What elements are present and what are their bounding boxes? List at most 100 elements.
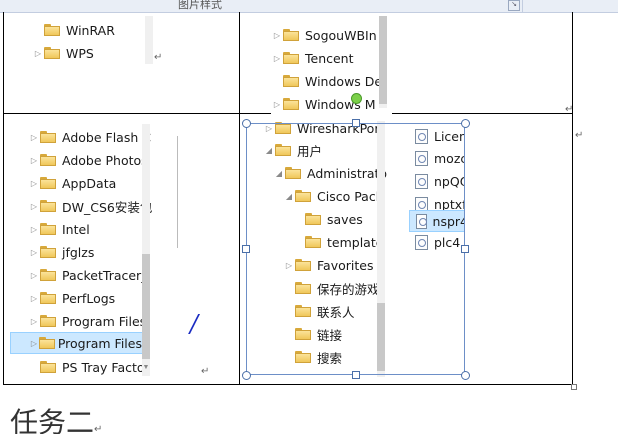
expand-arrow-icon[interactable]: ▷ xyxy=(28,179,40,188)
expand-arrow-icon[interactable]: ▷ xyxy=(28,133,40,142)
folder-icon xyxy=(38,337,55,349)
expand-arrow-icon[interactable]: ▷ xyxy=(28,248,40,257)
expand-arrow-icon[interactable]: ▷ xyxy=(271,31,283,40)
picture-styles-group-label: 图片样式 xyxy=(178,0,222,11)
table-border-middle xyxy=(239,12,240,384)
tree-item-label: PS Tray Facto xyxy=(62,359,145,375)
folder-icon xyxy=(40,246,56,258)
tree-item-label: Tencent xyxy=(305,50,354,66)
handwritten-stroke: / xyxy=(190,310,199,338)
tree-item-label: AppData xyxy=(62,175,117,191)
tree-item-selected[interactable]: ▷ Program Files xyxy=(10,332,143,354)
table-border-right xyxy=(572,12,573,384)
tree-item-label: Adobe Flash C xyxy=(62,129,151,145)
tree-item[interactable]: PS Tray Facto xyxy=(28,356,145,376)
resize-handle-top-left[interactable] xyxy=(242,119,251,128)
folder-icon xyxy=(40,200,56,212)
expand-arrow-icon[interactable]: ▷ xyxy=(29,339,39,348)
resize-handle-top-right[interactable] xyxy=(461,119,470,128)
paragraph-mark: ↵ xyxy=(575,130,584,141)
tree-item[interactable]: ▷ Program Files xyxy=(28,310,146,332)
explorer-screenshot-bottom-left: ▷ Adobe Flash C ▷ Adobe Photos ▷ AppData ▷ D… xyxy=(10,124,182,376)
resize-handle-bottom-left[interactable] xyxy=(242,371,251,380)
tree-item[interactable]: ▷ PacketTracer_ xyxy=(28,264,148,286)
tree-item-label: WPS xyxy=(66,45,94,61)
task-heading-text: 任务二 xyxy=(10,406,95,434)
resize-handle-bottom-right[interactable] xyxy=(461,371,470,380)
tree-item[interactable]: ▷ jfglzs xyxy=(28,241,94,263)
explorer-screenshot-top-left: WinRAR ▷ WPS xyxy=(10,16,153,64)
folder-icon xyxy=(40,223,56,235)
rotate-handle-icon[interactable] xyxy=(351,93,362,104)
tree-item-label: Adobe Photos xyxy=(62,152,148,168)
tree-item-label: jfglzs xyxy=(62,244,95,260)
expand-arrow-icon[interactable]: ▷ xyxy=(28,225,40,234)
tree-item[interactable]: ▷ WPS xyxy=(32,42,94,64)
folder-icon xyxy=(44,24,60,36)
folder-icon xyxy=(283,52,299,64)
folder-icon xyxy=(40,315,56,327)
scroll-down-arrow-icon[interactable]: ▼ xyxy=(142,364,150,371)
tree-item-label: PacketTracer_ xyxy=(62,267,148,283)
folder-icon xyxy=(40,269,56,281)
resize-handle-left[interactable] xyxy=(242,245,250,253)
ribbon-divider xyxy=(522,0,523,12)
tree-item[interactable]: Windows De xyxy=(271,70,382,92)
resize-handle-bottom[interactable] xyxy=(352,371,360,379)
tree-item-label: WinRAR xyxy=(66,22,115,38)
tree-item-label: Program Files xyxy=(62,313,147,329)
tree-item[interactable]: ▷ Adobe Photos xyxy=(28,149,148,171)
tree-item-label: DW_CS6安装包 xyxy=(62,199,153,215)
table-border-left xyxy=(3,12,4,384)
folder-icon xyxy=(283,75,299,87)
tree-item-label: Intel xyxy=(62,221,90,237)
scrollbar[interactable] xyxy=(379,16,387,108)
tree-item[interactable]: ▷ Tencent xyxy=(271,47,354,69)
expand-arrow-icon[interactable]: ▷ xyxy=(28,271,40,280)
table-resize-handle[interactable] xyxy=(571,384,577,390)
folder-icon xyxy=(40,361,56,373)
tree-item[interactable]: WinRAR xyxy=(32,19,115,41)
tree-item[interactable]: ▷ DW_CS6安装包 xyxy=(28,195,152,217)
expand-arrow-icon[interactable]: ▷ xyxy=(28,202,40,211)
scrollbar[interactable] xyxy=(142,124,150,376)
resize-handle-right[interactable] xyxy=(461,245,469,253)
expand-arrow-icon[interactable]: ▷ xyxy=(28,294,40,303)
tree-item[interactable]: ▷ Adobe Flash C xyxy=(28,126,151,148)
tree-item-label: Program Files xyxy=(57,335,142,351)
scrollbar-thumb[interactable] xyxy=(379,16,387,104)
tree-item-label: Windows M xyxy=(305,96,376,112)
explorer-screenshot-top-right: ▷ SogouWBIn ▷ Tencent Windows De ▷ Windo… xyxy=(271,16,392,114)
paragraph-mark: ↵ xyxy=(94,424,103,434)
paragraph-mark: ↵ xyxy=(565,104,574,115)
task-heading: 任务二↵ xyxy=(10,401,102,434)
tree-item-label: Windows De xyxy=(305,73,383,89)
expand-arrow-icon[interactable]: ▷ xyxy=(271,54,283,63)
expand-arrow-icon[interactable]: ▷ xyxy=(28,156,40,165)
dialog-launcher-icon[interactable]: ↘ xyxy=(508,0,520,11)
expand-arrow-icon[interactable]: ▷ xyxy=(32,49,44,58)
table-border-bottom xyxy=(3,384,573,385)
resize-handle-top[interactable] xyxy=(352,119,360,127)
picture-selection-frame[interactable] xyxy=(246,123,465,375)
folder-icon xyxy=(283,98,299,110)
folder-icon xyxy=(40,177,56,189)
ribbon-group-bar: 图片样式 ↘ xyxy=(0,0,618,13)
scrollbar[interactable] xyxy=(145,16,153,64)
folder-icon xyxy=(40,131,56,143)
expand-arrow-icon[interactable]: ▷ xyxy=(271,100,283,109)
tree-item[interactable]: ▷ AppData xyxy=(28,172,116,194)
tree-item[interactable]: ▷ SogouWBIn xyxy=(271,24,377,46)
folder-icon xyxy=(283,29,299,41)
tree-item-label: PerfLogs xyxy=(62,290,116,306)
paragraph-mark: ↵ xyxy=(154,52,163,63)
column-edge-marks xyxy=(177,136,182,248)
folder-icon xyxy=(40,154,56,166)
tree-item-label: SogouWBIn xyxy=(305,27,377,43)
expand-arrow-icon[interactable]: ▷ xyxy=(28,317,40,326)
paragraph-mark: ↵ xyxy=(201,366,210,377)
tree-item[interactable]: ▷ Intel xyxy=(28,218,90,240)
folder-icon xyxy=(44,47,60,59)
tree-item[interactable]: ▷ PerfLogs xyxy=(28,287,115,309)
scrollbar-thumb[interactable] xyxy=(142,254,150,359)
